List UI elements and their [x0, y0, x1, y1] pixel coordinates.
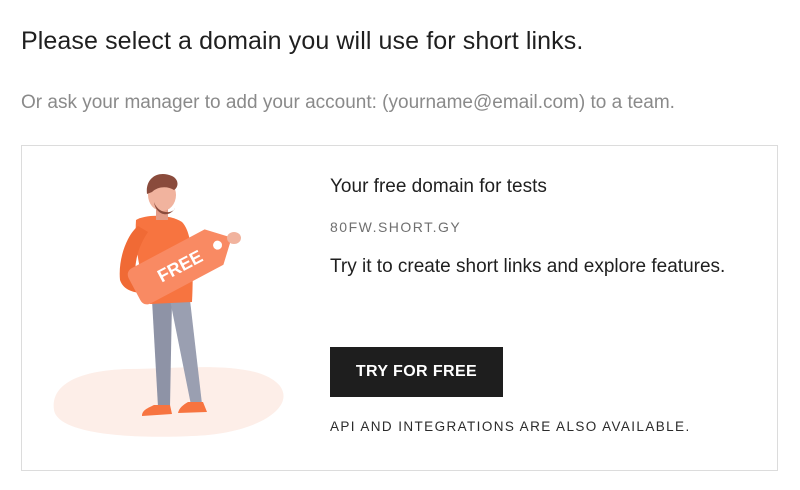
person-holding-free-tag-icon: FREE: [53, 174, 284, 437]
free-domain-title: Your free domain for tests: [330, 176, 547, 197]
free-domain-description: Try it to create short links and explore…: [330, 256, 726, 277]
try-for-free-button[interactable]: TRY FOR FREE: [330, 347, 503, 397]
free-domain-card: FREE Your free domain for tests 80FW.SHO…: [21, 145, 778, 471]
page-subtitle: Or ask your manager to add your account:…: [21, 92, 675, 113]
page-title: Please select a domain you will use for …: [21, 27, 584, 55]
api-integrations-note: API AND INTEGRATIONS ARE ALSO AVAILABLE.: [330, 419, 691, 434]
domain-name: 80FW.SHORT.GY: [330, 219, 462, 235]
